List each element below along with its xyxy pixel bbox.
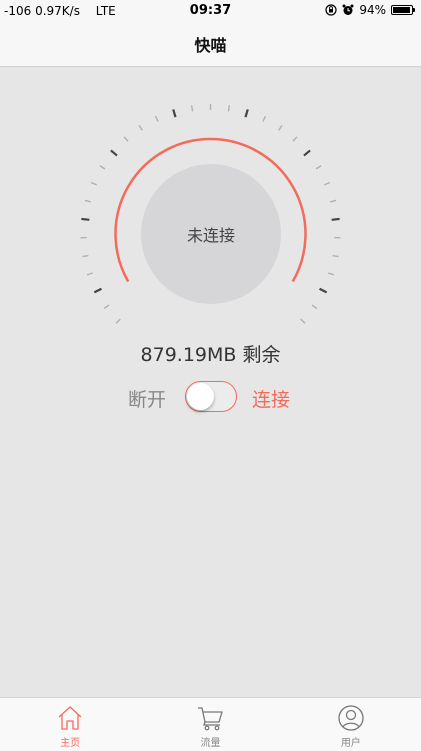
gauge-tick — [330, 200, 336, 202]
gauge-tick — [333, 256, 339, 257]
gauge-tick — [104, 305, 109, 308]
tab-user-label: 用户 — [341, 734, 361, 749]
tab-bar: 主页 流量 用户 — [0, 697, 421, 751]
status-bar: -106 0.97K/s LTE 09:37 94% — [0, 0, 421, 22]
gauge-tick — [324, 183, 330, 185]
gauge-tick — [304, 150, 310, 155]
tab-user[interactable]: 用户 — [281, 698, 421, 751]
gauge-tick — [316, 166, 321, 169]
gauge-tick — [228, 105, 229, 111]
connection-switch[interactable] — [185, 381, 237, 412]
page-title: 快喵 — [194, 32, 226, 56]
alarm-icon — [342, 4, 354, 16]
tab-traffic[interactable]: 流量 — [140, 698, 280, 751]
gauge-tick — [301, 319, 305, 323]
gauge-tick — [91, 183, 97, 185]
data-remaining: 879.19MB 剩余 — [0, 340, 421, 367]
gauge-tick — [320, 289, 327, 293]
home-icon — [56, 704, 84, 732]
gauge-tick — [81, 219, 89, 220]
battery-icon — [391, 5, 413, 15]
gauge-tick — [279, 125, 282, 130]
connect-label: 连接 — [252, 385, 290, 412]
gauge-tick — [139, 125, 142, 130]
disconnect-label: 断开 — [128, 385, 166, 412]
gauge-tick — [192, 105, 193, 111]
gauge-tick — [245, 109, 247, 117]
gauge-tick — [111, 150, 117, 155]
gauge-tick — [312, 305, 317, 308]
gauge-tick — [293, 137, 297, 141]
gauge-tick — [124, 137, 128, 141]
gauge-tick — [116, 319, 120, 323]
gauge-tick — [82, 256, 88, 257]
connection-status-label: 未连接 — [187, 222, 235, 246]
gauge-tick — [85, 200, 91, 202]
gauge-tick — [328, 273, 334, 275]
gauge-tick — [173, 109, 175, 117]
status-right: 94% — [325, 3, 413, 17]
battery-fill — [393, 7, 410, 13]
gauge-tick — [100, 166, 105, 169]
connection-toggle-row: 断开 连接 — [0, 380, 421, 414]
nav-bar: 快喵 — [0, 22, 421, 67]
cart-icon — [196, 704, 224, 732]
gauge-tick — [87, 273, 93, 275]
tab-home[interactable]: 主页 — [0, 698, 140, 751]
switch-knob[interactable] — [187, 383, 214, 410]
rotation-lock-icon — [325, 4, 337, 16]
tab-traffic-label: 流量 — [200, 734, 220, 749]
gauge-tick — [263, 116, 266, 121]
user-icon — [337, 704, 365, 732]
gauge-tick — [94, 289, 101, 293]
battery-percent: 94% — [359, 3, 386, 17]
connection-status-circle[interactable]: 未连接 — [141, 164, 281, 304]
tab-home-label: 主页 — [60, 734, 80, 749]
gauge-tick — [332, 219, 340, 220]
gauge-tick — [156, 116, 159, 121]
